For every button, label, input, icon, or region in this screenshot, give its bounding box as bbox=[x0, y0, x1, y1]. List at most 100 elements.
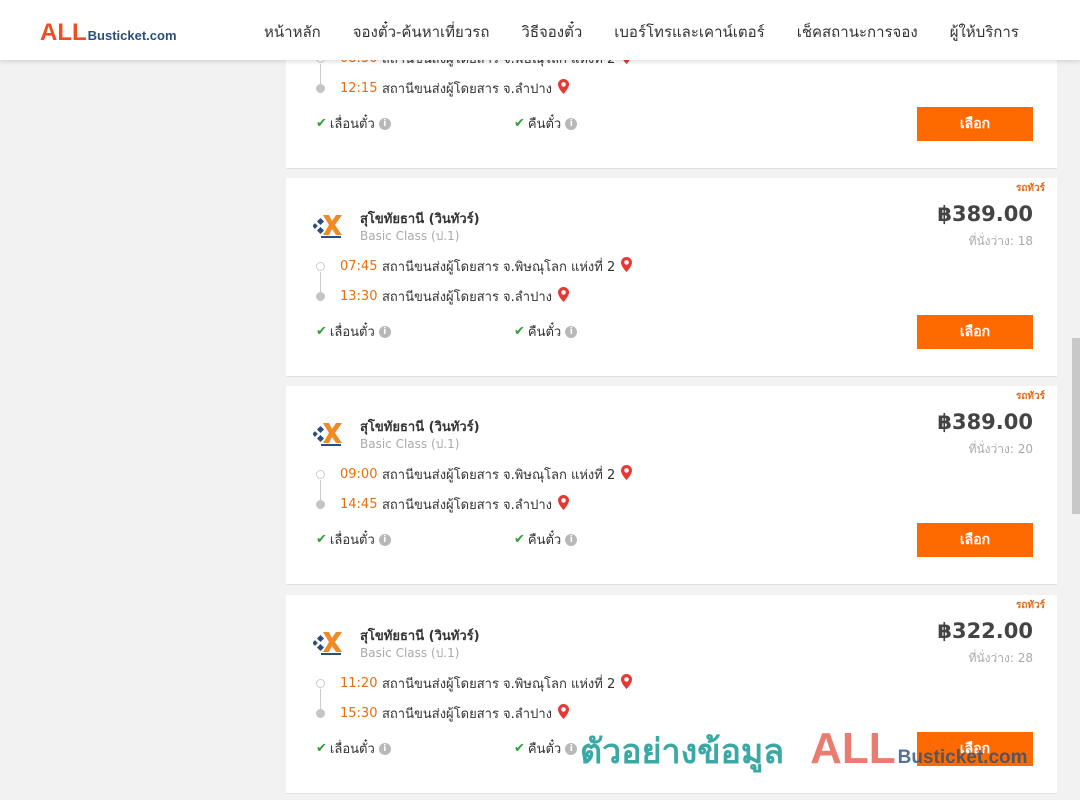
departure-time: 11:20 bbox=[340, 675, 378, 691]
select-button[interactable]: เลือก bbox=[917, 732, 1033, 766]
map-pin-icon[interactable] bbox=[621, 256, 633, 276]
feature-refund: ✔ คืนตั๋ว i bbox=[514, 738, 578, 759]
bus-type-tag: รถทัวร์ bbox=[1015, 600, 1045, 611]
departure-stop: 09:00 สถานีขนส่งผู้โดยสาร จ.พิษณุโลก แห่… bbox=[316, 464, 633, 484]
check-icon: ✔ bbox=[514, 741, 525, 756]
operator-logo-icon bbox=[312, 629, 345, 657]
arrival-dot bbox=[316, 291, 325, 301]
arrival-time: 13:30 bbox=[340, 288, 378, 304]
arrival-station: สถานีขนส่งผู้โดยสาร จ.ลำปาง bbox=[382, 289, 552, 305]
bus-class: Basic Class (ป.1) bbox=[360, 229, 460, 243]
map-pin-icon[interactable] bbox=[557, 703, 569, 723]
site-header: ALL Busticket.com หน้าหลัก จองตั๋ว-ค้นหา… bbox=[0, 0, 1080, 60]
ticket-price: ฿389.00 bbox=[937, 202, 1033, 226]
select-button[interactable]: เลือก bbox=[917, 107, 1033, 141]
map-pin-icon[interactable] bbox=[621, 464, 633, 484]
operator-logo-icon bbox=[312, 212, 345, 240]
trip-card: รถทัวร์ สุโขทัยธานี (วินทัวร์) Basic Cla… bbox=[286, 178, 1057, 377]
nav-book-search[interactable]: จองตั๋ว-ค้นหาเที่ยวรถ bbox=[337, 20, 506, 44]
departure-station: สถานีขนส่งผู้โดยสาร จ.พิษณุโลก แห่งที่ 2 bbox=[382, 467, 616, 483]
map-pin-icon[interactable] bbox=[557, 494, 569, 514]
nav-home[interactable]: หน้าหลัก bbox=[248, 20, 337, 44]
select-button[interactable]: เลือก bbox=[917, 315, 1033, 349]
feature-label: คืนตั๋ว bbox=[527, 325, 562, 340]
info-icon[interactable]: i bbox=[378, 533, 391, 546]
feature-label: เลื่อนตั๋ว bbox=[329, 325, 375, 340]
nav-contacts[interactable]: เบอร์โทรและเคาน์เตอร์ bbox=[598, 20, 780, 44]
main-nav: หน้าหลัก จองตั๋ว-ค้นหาเที่ยวรถ วิธีจองตั… bbox=[248, 20, 1035, 44]
arrival-stop: 13:30 สถานีขนส่งผู้โดยสาร จ.ลำปาง bbox=[316, 286, 569, 306]
scrollbar-thumb[interactable] bbox=[1072, 338, 1080, 514]
arrival-stop: 15:30 สถานีขนส่งผู้โดยสาร จ.ลำปาง bbox=[316, 703, 569, 723]
arrival-dot bbox=[316, 708, 325, 718]
logo-brand-text: Busticket.com bbox=[87, 28, 177, 43]
map-pin-icon[interactable] bbox=[557, 286, 569, 306]
check-icon: ✔ bbox=[316, 741, 327, 756]
feature-refund: ✔ คืนตั๋ว i bbox=[514, 321, 578, 342]
feature-label: คืนตั๋ว bbox=[527, 117, 562, 132]
feature-reschedule: ✔ เลื่อนตั๋ว i bbox=[316, 113, 391, 134]
arrival-time: 12:15 bbox=[340, 80, 378, 96]
ticket-price: ฿322.00 bbox=[937, 619, 1033, 643]
arrival-station: สถานีขนส่งผู้โดยสาร จ.ลำปาง bbox=[382, 497, 552, 513]
check-icon: ✔ bbox=[316, 116, 327, 131]
departure-time: 07:45 bbox=[340, 258, 378, 274]
seats-available: ที่นั่งว่าง: 18 bbox=[968, 234, 1033, 248]
operator-logo-icon bbox=[312, 420, 345, 448]
bus-type-tag: รถทัวร์ bbox=[1015, 391, 1045, 402]
logo-all-text: ALL bbox=[40, 19, 87, 46]
bus-class: Basic Class (ป.1) bbox=[360, 646, 460, 660]
departure-dot bbox=[316, 261, 325, 271]
check-icon: ✔ bbox=[514, 532, 525, 547]
feature-reschedule: ✔ เลื่อนตั๋ว i bbox=[316, 529, 391, 550]
departure-stop: 07:45 สถานีขนส่งผู้โดยสาร จ.พิษณุโลก แห่… bbox=[316, 256, 633, 276]
info-icon[interactable]: i bbox=[565, 533, 578, 546]
feature-label: คืนตั๋ว bbox=[527, 533, 562, 548]
check-icon: ✔ bbox=[514, 116, 525, 131]
arrival-dot bbox=[316, 499, 325, 509]
arrival-dot bbox=[316, 83, 325, 93]
arrival-station: สถานีขนส่งผู้โดยสาร จ.ลำปาง bbox=[382, 706, 552, 722]
page-scrollbar[interactable] bbox=[1072, 60, 1080, 800]
feature-reschedule: ✔ เลื่อนตั๋ว i bbox=[316, 321, 391, 342]
select-button[interactable]: เลือก bbox=[917, 523, 1033, 557]
info-icon[interactable]: i bbox=[378, 325, 391, 338]
departure-dot bbox=[316, 469, 325, 479]
nav-operators[interactable]: ผู้ให้บริการ bbox=[934, 20, 1035, 44]
departure-dot bbox=[316, 678, 325, 688]
arrival-station: สถานีขนส่งผู้โดยสาร จ.ลำปาง bbox=[382, 81, 552, 97]
nav-how-to-book[interactable]: วิธีจองตั๋ว bbox=[505, 20, 598, 44]
info-icon[interactable]: i bbox=[565, 325, 578, 338]
trip-card: รถทัวร์ สุโขทัยธานี (วินทัวร์) Basic Cla… bbox=[286, 595, 1057, 794]
operator-name: สุโขทัยธานี (วินทัวร์) bbox=[360, 629, 480, 644]
arrival-stop: 12:15 สถานีขนส่งผู้โดยสาร จ.ลำปาง bbox=[316, 78, 569, 98]
departure-station: สถานีขนส่งผู้โดยสาร จ.พิษณุโลก แห่งที่ 2 bbox=[382, 676, 616, 692]
site-logo[interactable]: ALL Busticket.com bbox=[40, 19, 177, 47]
map-pin-icon[interactable] bbox=[621, 673, 633, 693]
feature-refund: ✔ คืนตั๋ว i bbox=[514, 529, 578, 550]
nav-check-booking[interactable]: เช็คสถานะการจอง bbox=[781, 20, 934, 44]
feature-label: คืนตั๋ว bbox=[527, 742, 562, 757]
operator-name: สุโขทัยธานี (วินทัวร์) bbox=[360, 420, 480, 435]
arrival-time: 15:30 bbox=[340, 705, 378, 721]
feature-label: เลื่อนตั๋ว bbox=[329, 742, 375, 757]
info-icon[interactable]: i bbox=[378, 742, 391, 755]
info-icon[interactable]: i bbox=[565, 742, 578, 755]
seats-available: ที่นั่งว่าง: 20 bbox=[968, 442, 1033, 456]
arrival-stop: 14:45 สถานีขนส่งผู้โดยสาร จ.ลำปาง bbox=[316, 494, 569, 514]
check-icon: ✔ bbox=[514, 324, 525, 339]
check-icon: ✔ bbox=[316, 532, 327, 547]
ticket-price: ฿389.00 bbox=[937, 410, 1033, 434]
seats-available: ที่นั่งว่าง: 28 bbox=[968, 651, 1033, 665]
map-pin-icon[interactable] bbox=[557, 78, 569, 98]
feature-label: เลื่อนตั๋ว bbox=[329, 533, 375, 548]
departure-stop: 11:20 สถานีขนส่งผู้โดยสาร จ.พิษณุโลก แห่… bbox=[316, 673, 633, 693]
feature-reschedule: ✔ เลื่อนตั๋ว i bbox=[316, 738, 391, 759]
info-icon[interactable]: i bbox=[565, 117, 578, 130]
departure-station: สถานีขนส่งผู้โดยสาร จ.พิษณุโลก แห่งที่ 2 bbox=[382, 259, 616, 275]
check-icon: ✔ bbox=[316, 324, 327, 339]
bus-class: Basic Class (ป.1) bbox=[360, 437, 460, 451]
arrival-time: 14:45 bbox=[340, 496, 378, 512]
bus-type-tag: รถทัวร์ bbox=[1015, 183, 1045, 194]
info-icon[interactable]: i bbox=[378, 117, 391, 130]
